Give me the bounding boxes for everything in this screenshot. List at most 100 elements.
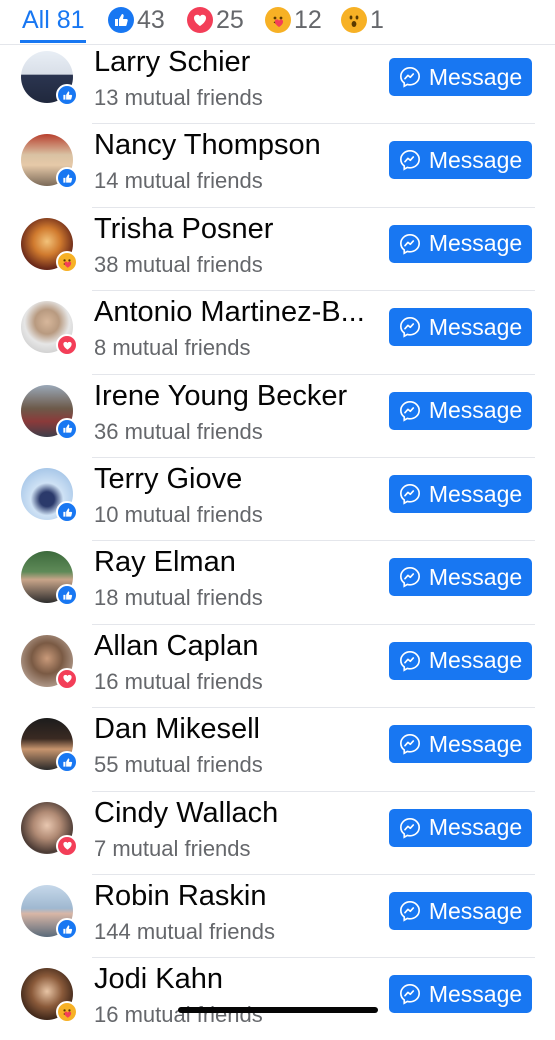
person-name[interactable]: Larry Schier bbox=[94, 46, 250, 79]
person-name[interactable]: Allan Caplan bbox=[94, 630, 258, 663]
love-icon bbox=[56, 667, 78, 690]
message-button[interactable]: Message bbox=[389, 58, 532, 96]
person-name[interactable]: Antonio Martinez-B... bbox=[94, 296, 365, 329]
person-name[interactable]: Jodi Kahn bbox=[94, 963, 223, 996]
message-button[interactable]: Message bbox=[389, 975, 532, 1014]
person-name[interactable]: Nancy Thompson bbox=[94, 129, 321, 162]
messenger-icon bbox=[399, 233, 429, 255]
message-button-label: Message bbox=[428, 146, 523, 173]
messenger-icon bbox=[399, 566, 429, 588]
row-divider bbox=[92, 290, 535, 292]
tab-wow[interactable]: 1 bbox=[341, 0, 384, 40]
row-divider bbox=[92, 957, 535, 959]
person-name[interactable]: Terry Giove bbox=[94, 463, 242, 496]
list-item[interactable]: Larry Schier 13 mutual friends Message bbox=[0, 40, 555, 123]
reaction-tabs: All 81 43 25 12 1 bbox=[0, 0, 555, 45]
person-name[interactable]: Trisha Posner bbox=[94, 213, 273, 246]
message-button-label: Message bbox=[428, 313, 523, 340]
message-button-label: Message bbox=[428, 730, 523, 757]
like-icon bbox=[56, 584, 78, 607]
list-item[interactable]: Jodi Kahn 16 mutual friends Message bbox=[0, 957, 555, 1040]
row-divider bbox=[92, 874, 535, 875]
message-button[interactable]: Message bbox=[389, 141, 532, 180]
message-button[interactable]: Message bbox=[389, 224, 532, 263]
row-divider bbox=[92, 540, 535, 542]
message-button[interactable]: Message bbox=[389, 475, 532, 513]
row-divider bbox=[92, 206, 535, 208]
messenger-icon bbox=[399, 149, 429, 171]
message-button-label: Message bbox=[428, 63, 523, 90]
list-item[interactable]: Ray Elman 18 mutual friends Message bbox=[0, 540, 555, 623]
mutual-friends-count: 10 mutual friends bbox=[94, 502, 263, 527]
message-button-label: Message bbox=[428, 814, 523, 841]
message-button[interactable]: Message bbox=[389, 808, 532, 847]
mutual-friends-count: 38 mutual friends bbox=[94, 251, 263, 277]
person-name[interactable]: Cindy Wallach bbox=[94, 797, 278, 830]
tab-like-count: 43 bbox=[137, 5, 165, 34]
mutual-friends-count: 36 mutual friends bbox=[94, 418, 263, 444]
messenger-icon bbox=[399, 400, 429, 422]
like-icon bbox=[56, 751, 78, 774]
message-button-label: Message bbox=[428, 480, 523, 507]
tab-love[interactable]: 25 bbox=[187, 0, 244, 40]
person-name[interactable]: Robin Raskin bbox=[94, 880, 266, 913]
messenger-icon bbox=[399, 983, 429, 1005]
like-icon bbox=[108, 7, 134, 33]
mutual-friends-count: 7 mutual friends bbox=[94, 835, 251, 861]
person-name[interactable]: Ray Elman bbox=[94, 546, 236, 579]
tab-love-count: 25 bbox=[216, 5, 244, 34]
like-icon bbox=[56, 501, 78, 523]
list-item[interactable]: Irene Young Becker 36 mutual friends Messa… bbox=[0, 373, 555, 457]
care-icon bbox=[56, 1001, 78, 1024]
mutual-friends-count: 8 mutual friends bbox=[94, 335, 251, 361]
mutual-friends-count: 14 mutual friends bbox=[94, 168, 263, 194]
list-item[interactable]: Cindy Wallach 7 mutual friends Message bbox=[0, 790, 555, 874]
tab-wow-count: 1 bbox=[370, 5, 384, 34]
person-name[interactable]: Irene Young Becker bbox=[94, 380, 347, 413]
message-button[interactable]: Message bbox=[389, 558, 532, 597]
love-icon bbox=[56, 334, 78, 357]
messenger-icon bbox=[399, 733, 429, 755]
messenger-icon bbox=[399, 483, 429, 505]
message-button-label: Message bbox=[428, 230, 523, 257]
wow-icon bbox=[341, 7, 367, 33]
message-button[interactable]: Message bbox=[389, 641, 532, 680]
message-button-label: Message bbox=[428, 647, 523, 674]
message-button[interactable]: Message bbox=[389, 391, 532, 430]
row-divider bbox=[92, 790, 535, 792]
list-item[interactable]: Dan Mikesell 55 mutual friends Message bbox=[0, 707, 555, 790]
mutual-friends-count: 144 mutual friends bbox=[94, 919, 275, 944]
row-divider bbox=[92, 373, 535, 375]
tab-care-count: 12 bbox=[294, 5, 322, 34]
person-name[interactable]: Dan Mikesell bbox=[94, 713, 260, 746]
message-button[interactable]: Message bbox=[389, 308, 532, 347]
love-icon bbox=[187, 7, 213, 33]
tab-care[interactable]: 12 bbox=[265, 0, 322, 40]
row-divider bbox=[92, 623, 535, 625]
like-icon bbox=[56, 84, 78, 106]
list-item[interactable]: Robin Raskin 144 mutual friends Message bbox=[0, 874, 555, 957]
message-button[interactable]: Message bbox=[389, 725, 532, 764]
messenger-icon bbox=[399, 817, 429, 839]
message-button[interactable]: Message bbox=[389, 892, 532, 930]
home-indicator bbox=[178, 1007, 378, 1013]
message-button-label: Message bbox=[428, 980, 523, 1007]
like-icon bbox=[56, 918, 78, 940]
love-icon bbox=[56, 834, 78, 857]
messenger-icon bbox=[399, 900, 429, 922]
row-divider bbox=[92, 457, 535, 458]
list-item[interactable]: Antonio Martinez-B... 8 mutual friends Mes… bbox=[0, 290, 555, 373]
row-divider bbox=[92, 123, 535, 125]
message-button-label: Message bbox=[428, 563, 523, 590]
row-divider bbox=[92, 707, 535, 709]
message-button-label: Message bbox=[428, 897, 523, 924]
list-item[interactable]: Allan Caplan 16 mutual friends Message bbox=[0, 623, 555, 707]
like-icon bbox=[56, 167, 78, 190]
message-button-label: Message bbox=[428, 397, 523, 424]
list-item[interactable]: Terry Giove 10 mutual friends Message bbox=[0, 457, 555, 540]
tab-all[interactable]: All 81 bbox=[22, 0, 85, 40]
list-item[interactable]: Nancy Thompson 14 mutual friends Message bbox=[0, 123, 555, 206]
tab-like[interactable]: 43 bbox=[108, 0, 165, 40]
tab-all-label: All 81 bbox=[22, 5, 85, 34]
list-item[interactable]: Trisha Posner 38 mutual friends Message bbox=[0, 206, 555, 290]
